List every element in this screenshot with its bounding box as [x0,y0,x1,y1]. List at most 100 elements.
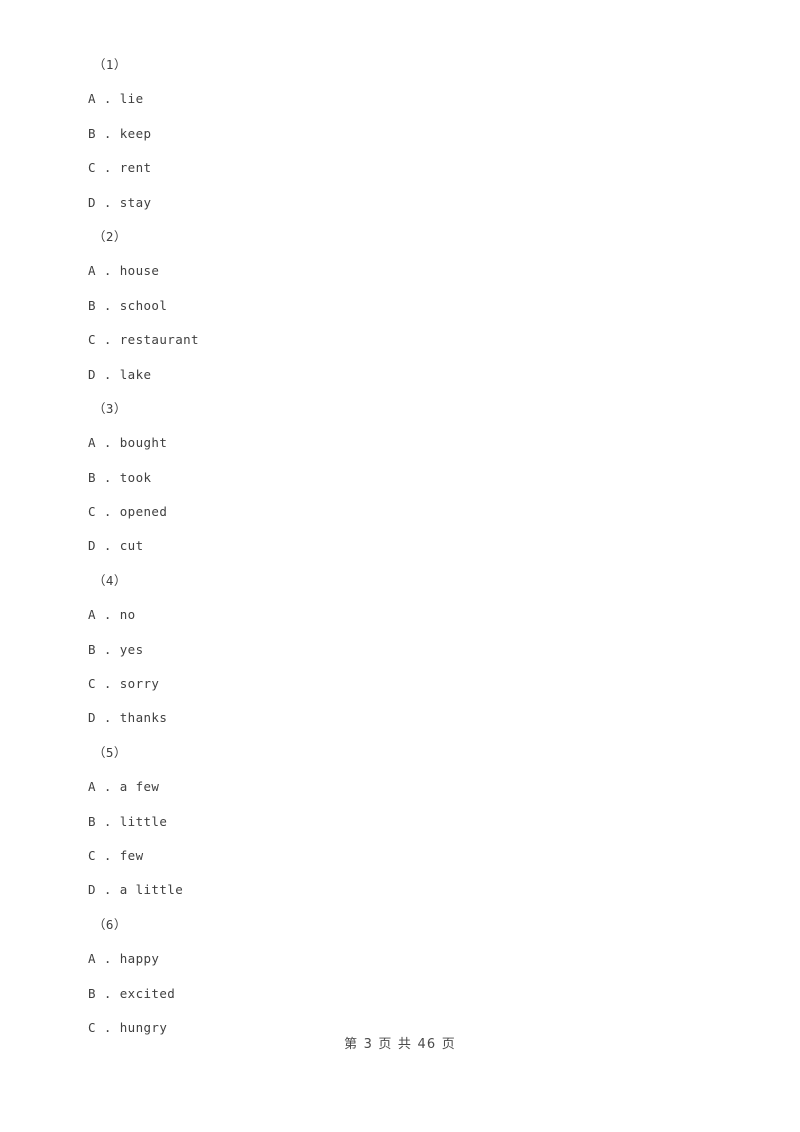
option-text: cut [119,538,144,554]
option-letter: B [88,813,96,829]
option-letter: A [88,91,96,107]
option-text: keep [119,125,152,141]
option-text: restaurant [119,332,199,348]
question-block: （3） A . bought B . took C . opened D . c… [88,392,728,564]
option-row[interactable]: A . bought [88,426,728,460]
option-row[interactable]: C . restaurant [88,323,728,357]
question-list: （1） A . lie B . keep C . rent D . stay （… [88,48,728,1045]
option-text: stay [119,194,152,210]
option-text: opened [119,504,168,520]
option-letter: D [88,194,96,210]
option-letter: A [88,607,96,623]
option-separator: . [95,297,120,313]
question-number: （6） [93,916,127,932]
option-text: lake [119,366,152,382]
option-letter: B [88,297,96,313]
option-text: bought [119,435,168,451]
option-letter: A [88,263,96,279]
question-block: （1） A . lie B . keep C . rent D . stay [88,48,728,220]
page-footer: 第 3 页 共 46 页 [344,1037,456,1052]
option-row[interactable]: D . lake [88,358,728,392]
option-letter: B [88,641,96,657]
option-row[interactable]: C . opened [88,495,728,529]
option-separator: . [95,504,120,520]
option-separator: . [95,366,120,382]
option-text: excited [119,985,176,1001]
option-letter: D [88,710,96,726]
option-row[interactable]: A . happy [88,942,728,976]
option-row[interactable]: B . yes [88,633,728,667]
option-text: lie [119,91,144,107]
question-number: （5） [93,744,127,760]
option-letter: B [88,469,96,485]
option-text: a little [119,882,184,898]
option-letter: A [88,779,96,795]
option-row[interactable]: D . cut [88,529,728,563]
option-separator: . [95,676,120,692]
option-row[interactable]: A . a few [88,770,728,804]
option-separator: . [95,779,120,795]
option-text: school [119,297,168,313]
option-row[interactable]: C . rent [88,151,728,185]
option-text: happy [119,951,160,967]
option-text: sorry [119,676,160,692]
option-letter: A [88,951,96,967]
option-letter: C [88,332,96,348]
question-number: （2） [93,228,127,244]
option-separator: . [95,710,120,726]
option-row[interactable]: D . stay [88,186,728,220]
option-text: took [119,469,152,485]
option-text: rent [119,160,152,176]
option-letter: D [88,366,96,382]
option-text: yes [119,641,144,657]
option-row[interactable]: B . keep [88,117,728,151]
option-separator: . [95,435,120,451]
option-separator: . [95,160,120,176]
option-letter: C [88,676,96,692]
option-text: house [119,263,160,279]
option-separator: . [95,847,120,863]
option-separator: . [95,641,120,657]
option-row[interactable]: B . school [88,289,728,323]
option-row[interactable]: A . house [88,254,728,288]
option-row[interactable]: B . little [88,805,728,839]
option-row[interactable]: B . excited [88,977,728,1011]
option-row[interactable]: B . took [88,461,728,495]
option-letter: B [88,985,96,1001]
option-separator: . [95,332,120,348]
option-row[interactable]: C . sorry [88,667,728,701]
option-letter: C [88,504,96,520]
option-row[interactable]: C . few [88,839,728,873]
option-text: thanks [119,710,168,726]
question-block: （2） A . house B . school C . restaurant … [88,220,728,392]
option-text: few [119,847,144,863]
option-separator: . [95,469,120,485]
option-letter: C [88,847,96,863]
option-separator: . [95,882,120,898]
option-row[interactable]: A . no [88,598,728,632]
question-number: （3） [93,400,127,416]
option-separator: . [95,607,120,623]
option-separator: . [95,538,120,554]
option-row[interactable]: A . lie [88,82,728,116]
option-row[interactable]: D . a little [88,873,728,907]
option-separator: . [95,125,120,141]
option-separator: . [95,263,120,279]
option-letter: D [88,882,96,898]
option-separator: . [95,194,120,210]
option-letter: D [88,538,96,554]
option-separator: . [95,813,120,829]
option-letter: B [88,125,96,141]
option-text: no [119,607,136,623]
question-block: （5） A . a few B . little C . few D . a l… [88,736,728,908]
option-row[interactable]: D . thanks [88,701,728,735]
option-letter: C [88,160,96,176]
option-text: little [119,813,168,829]
option-separator: . [95,985,120,1001]
option-separator: . [95,951,120,967]
document-page: （1） A . lie B . keep C . rent D . stay （… [0,0,800,1132]
option-separator: . [95,91,120,107]
question-number: （1） [93,57,127,72]
question-block: （4） A . no B . yes C . sorry D . thanks [88,564,728,736]
option-text: a few [119,779,160,795]
